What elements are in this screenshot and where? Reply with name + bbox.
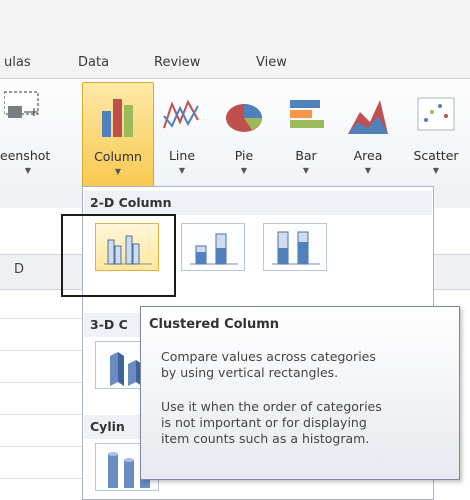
pie-chart-button[interactable]: Pie ▼ <box>218 82 270 188</box>
screenshot-button[interactable]: eenshot ▼ <box>0 82 72 188</box>
area-chart-button[interactable]: Area ▼ <box>342 82 394 188</box>
scatter-chart-button[interactable]: Scatter ▼ <box>404 82 468 188</box>
tooltip-text-line3: Use it when the order of categories <box>161 399 382 414</box>
stacked-column-icon <box>190 233 238 265</box>
column-chart-button[interactable]: Column ▼ <box>82 82 154 190</box>
area-label: Area <box>353 148 383 163</box>
stacked-column-option[interactable] <box>181 223 245 271</box>
tooltip-text-line1: Compare values across categories <box>161 349 376 364</box>
chevron-down-icon: ▼ <box>240 166 248 175</box>
tooltip-text-line5: item counts such as a histogram. <box>161 431 370 446</box>
screenshot-icon <box>4 91 39 118</box>
bar-label: Bar <box>295 148 317 163</box>
screenshot-label: eenshot <box>0 148 51 163</box>
tooltip: Clustered Column Compare values across c… <box>140 306 460 480</box>
pie-label: Pie <box>234 148 254 163</box>
column-label: Column <box>94 149 142 164</box>
ribbon-tab-row <box>0 48 470 78</box>
chevron-down-icon: ▼ <box>432 166 440 175</box>
chevron-down-icon: ▼ <box>302 166 310 175</box>
row-gridline <box>0 414 82 415</box>
chevron-down-icon: ▼ <box>178 166 186 175</box>
title-bar <box>0 0 470 48</box>
tab-view[interactable]: View <box>256 55 287 70</box>
scatter-label: Scatter <box>413 148 459 163</box>
row-gridline <box>0 446 82 447</box>
tab-data[interactable]: Data <box>78 55 109 70</box>
line-chart-button[interactable]: Line ▼ <box>156 82 208 188</box>
chevron-down-icon: ▼ <box>114 167 122 176</box>
row-gridline <box>0 350 82 351</box>
100-stacked-column-option[interactable] <box>263 223 327 271</box>
chevron-down-icon: ▼ <box>24 166 32 175</box>
tooltip-text-line2: by using vertical rectangles. <box>161 365 339 380</box>
row-gridline <box>0 382 82 383</box>
tooltip-text-line4: is not important or for displaying <box>161 415 367 430</box>
row-gridline <box>0 318 82 319</box>
scatter-chart-icon <box>417 97 455 131</box>
bar-chart-button[interactable]: Bar ▼ <box>280 82 332 188</box>
pie-chart-icon <box>226 104 262 132</box>
area-chart-icon <box>348 100 388 134</box>
tab-formulas[interactable]: ulas <box>4 55 31 70</box>
column-chart-icon <box>102 99 133 137</box>
bar-chart-icon <box>290 100 324 128</box>
line-label: Line <box>168 148 196 163</box>
line-chart-icon <box>163 99 199 129</box>
section-2d-column: 2-D Column <box>84 191 432 215</box>
highlight-box <box>61 214 176 297</box>
column-header-d[interactable]: D <box>14 262 24 277</box>
100-stacked-column-icon <box>272 231 320 265</box>
chevron-down-icon: ▼ <box>364 166 372 175</box>
tooltip-title: Clustered Column <box>149 317 280 332</box>
row-gridline <box>0 478 82 479</box>
tab-review[interactable]: Review <box>154 55 200 70</box>
